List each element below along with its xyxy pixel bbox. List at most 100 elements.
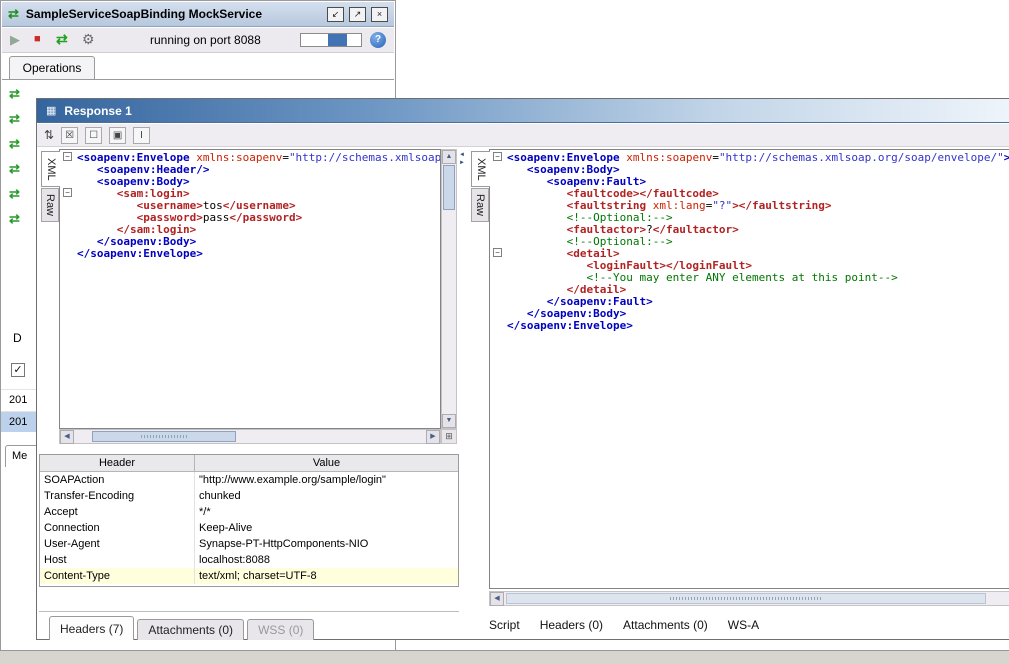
partial-description-label: D (13, 331, 22, 345)
collapse-right-icon[interactable]: ► (459, 160, 465, 166)
log-row[interactable]: 201 (1, 389, 37, 410)
mockservice-title: SampleServiceSoapBinding MockService (26, 7, 262, 21)
tab-operations[interactable]: Operations (9, 56, 95, 79)
code-line: </soapenv:Envelope> (77, 248, 440, 260)
vertical-scrollbar[interactable]: ▲ ▼ (441, 149, 457, 429)
screen: ⇄ SampleServiceSoapBinding MockService ↙… (0, 0, 1009, 664)
horizontal-scrollbar[interactable]: ◀ ▶ (59, 429, 441, 444)
response-xml-editor[interactable]: −− <soapenv:Envelope xmlns:soapenv="http… (489, 149, 1009, 589)
stop-button[interactable]: ■ (34, 33, 41, 45)
inspector-tab[interactable]: Attachments (0) (623, 618, 708, 632)
header-value-cell: Synapse-PT-HttpComponents-NIO (195, 538, 458, 550)
mock-operation-icon[interactable]: ⇄ (9, 112, 33, 125)
fold-gutter: −− (60, 150, 76, 428)
close-button[interactable]: × (371, 7, 388, 22)
table-row[interactable]: Transfer-Encodingchunked (40, 488, 458, 504)
sort-lines-icon[interactable]: ⇅ (44, 128, 54, 142)
inspector-tab[interactable]: Script (489, 618, 520, 632)
maximize-button[interactable]: ↗ (349, 7, 366, 22)
log-enable-checkbox[interactable]: ✓ (11, 363, 25, 377)
mockservice-toolbar: ▶ ■ ⇄ ⚙ running on port 8088 ? (2, 28, 394, 53)
scroll-right-icon[interactable]: ▶ (426, 430, 440, 444)
scroll-thumb[interactable] (506, 593, 986, 604)
splitter-collapse[interactable]: ◄ ► (459, 152, 465, 166)
inspector-tab[interactable]: Attachments (0) (137, 619, 244, 640)
scroll-left-icon[interactable]: ◀ (490, 592, 504, 606)
mock-operation-icon[interactable]: ⇄ (9, 187, 33, 200)
mock-operation-icon[interactable]: ⇄ (9, 212, 33, 225)
response-titlebar[interactable]: ▦ Response 1 (37, 99, 1009, 123)
header-value-cell: Keep-Alive (195, 522, 458, 534)
tab-raw-request[interactable]: Raw (41, 188, 59, 222)
header-name-cell: User-Agent (40, 536, 195, 552)
run-button[interactable]: ▶ (10, 32, 20, 48)
inspector-tab[interactable]: WSS (0) (247, 619, 314, 640)
mock-operation-icon[interactable]: ⇄ (9, 162, 33, 175)
fold-toggle-icon[interactable]: − (63, 152, 72, 161)
scroll-down-icon[interactable]: ▼ (442, 414, 456, 428)
header-name-cell: Connection (40, 520, 195, 536)
xml-declaration-icon[interactable]: ☒ (61, 127, 78, 144)
header-name-cell: Host (40, 552, 195, 568)
log-row-selected[interactable]: 201 (1, 411, 37, 432)
inspector-tab[interactable]: Headers (7) (49, 616, 134, 640)
inspector-icon[interactable]: I (133, 127, 150, 144)
fold-toggle-icon[interactable]: − (493, 248, 502, 257)
table-column-header[interactable]: Value (195, 455, 458, 471)
mock-operation-icon[interactable]: ⇄ (9, 137, 33, 150)
tab-raw-response[interactable]: Raw (471, 188, 489, 222)
mockservice-icon: ⇄ (8, 6, 19, 22)
collapse-left-icon[interactable]: ◄ (459, 152, 465, 158)
code-line: </soapenv:Envelope> (507, 320, 1009, 332)
horizontal-scrollbar[interactable]: ◀ (489, 591, 1009, 606)
mockservice-titlebar[interactable]: ⇄ SampleServiceSoapBinding MockService ↙… (2, 2, 394, 27)
mock-operation-icon[interactable]: ⇄ (9, 87, 33, 100)
response-window: ▦ Response 1 ⇅☒☐▣I XML Raw −− <soapenv:E… (36, 98, 1009, 640)
request-xml-code[interactable]: <soapenv:Envelope xmlns:soapenv="http://… (77, 152, 440, 428)
scroll-left-icon[interactable]: ◀ (60, 430, 74, 444)
request-inspector-tabs: Headers (7)Attachments (0)WSS (0) (39, 615, 469, 640)
tab-xml-request[interactable]: XML (41, 151, 60, 187)
header-value-cell: chunked (195, 490, 458, 502)
scroll-up-icon[interactable]: ▲ (442, 150, 456, 164)
request-headers-table: HeaderValue SOAPAction"http://www.exampl… (39, 454, 459, 587)
resize-grid-icon[interactable]: ⊞ (441, 429, 457, 444)
header-value-cell: */* (195, 506, 458, 518)
table-row[interactable]: Content-Typetext/xml; charset=UTF-8 (40, 568, 458, 584)
table-row[interactable]: ConnectionKeep-Alive (40, 520, 458, 536)
header-name-cell: Accept (40, 504, 195, 520)
header-value-cell: text/xml; charset=UTF-8 (195, 570, 458, 582)
inspector-tab[interactable]: WS-A (728, 618, 759, 632)
settings-gear-icon[interactable]: ⚙ (82, 31, 95, 48)
header-name-cell: SOAPAction (40, 472, 195, 488)
response-window-icon: ▦ (46, 104, 56, 117)
undock-button[interactable]: ↙ (327, 7, 344, 22)
table-row[interactable]: User-AgentSynapse-PT-HttpComponents-NIO (40, 536, 458, 552)
table-row[interactable]: Accept*/* (40, 504, 458, 520)
request-xml-editor[interactable]: −− <soapenv:Envelope xmlns:soapenv="http… (59, 149, 441, 429)
table-row[interactable]: Hostlocalhost:8088 (40, 552, 458, 568)
progress-chunk (328, 34, 347, 46)
message-log-tab[interactable]: Me (5, 445, 36, 467)
clear-content-icon[interactable]: ☐ (85, 127, 102, 144)
fold-toggle-icon[interactable]: − (63, 188, 72, 197)
tab-xml-response[interactable]: XML (471, 151, 490, 187)
table-column-header[interactable]: Header (40, 455, 195, 471)
header-value-cell: "http://www.example.org/sample/login" (195, 474, 458, 486)
inspector-tab[interactable]: Headers (0) (540, 618, 603, 632)
response-toolbar: ⇅ ☒ ☐ ▣ I (37, 124, 1009, 147)
window-bottom-strip (0, 650, 1009, 664)
table-row[interactable]: SOAPAction"http://www.example.org/sample… (40, 472, 458, 488)
response-title: Response 1 (64, 104, 131, 118)
header-name-cell: Content-Type (40, 568, 195, 584)
outline-view-icon[interactable]: ▣ (109, 127, 126, 144)
scroll-thumb[interactable] (443, 165, 455, 210)
fold-toggle-icon[interactable]: − (493, 152, 502, 161)
response-xml-code[interactable]: <soapenv:Envelope xmlns:soapenv="http://… (507, 152, 1009, 588)
table-header-row: HeaderValue (40, 455, 458, 472)
restart-button[interactable]: ⇄ (56, 31, 68, 48)
help-button[interactable]: ? (370, 32, 386, 48)
fold-gutter: −− (490, 150, 506, 588)
scroll-thumb[interactable] (92, 431, 236, 442)
progress-bar (300, 33, 362, 47)
